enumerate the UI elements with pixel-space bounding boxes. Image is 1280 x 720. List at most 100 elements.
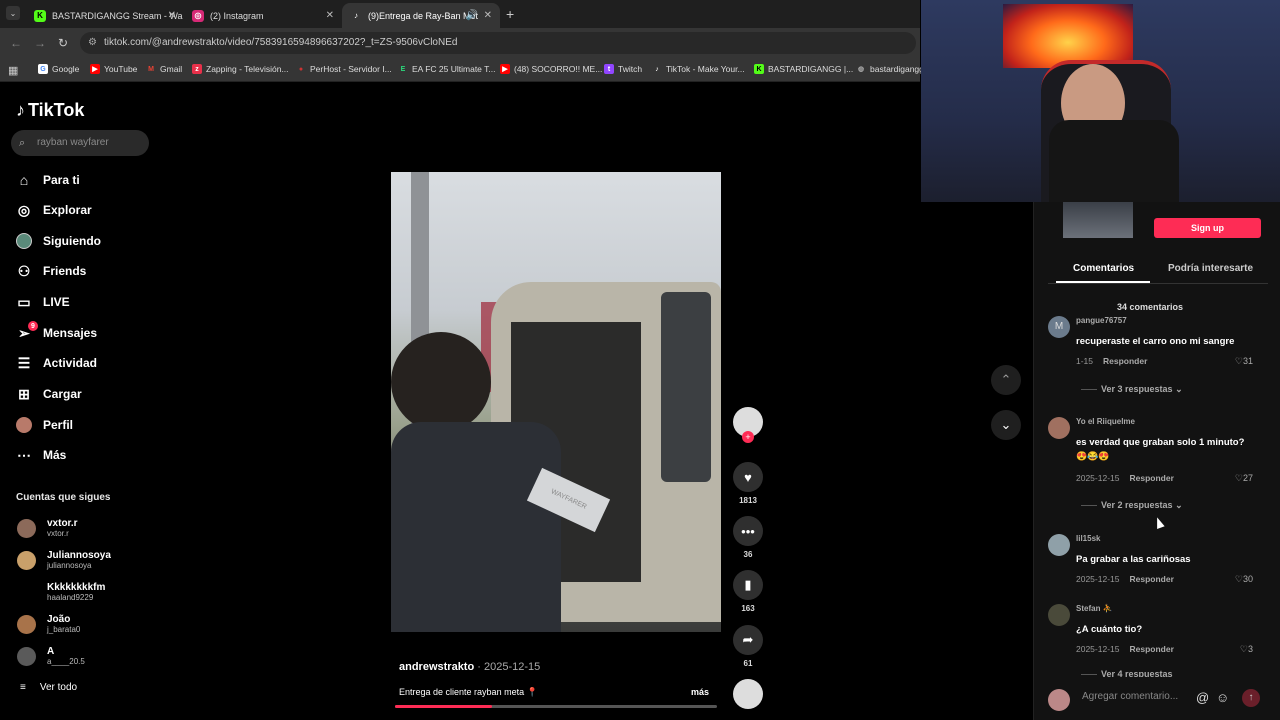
suggested-thumbnail[interactable] [1063,202,1133,238]
bookmark-bastardigangg[interactable]: K BASTARDIGANGG |... [754,64,853,74]
author-name[interactable]: andrewstrakto [399,661,474,673]
comment-button[interactable]: ••• 36 [730,516,766,559]
save-button[interactable]: ▮ 163 [730,570,766,613]
close-tab-icon[interactable]: ✕ [326,10,334,21]
tab-comentarios[interactable]: Comentarios [1073,263,1134,274]
send-arrow-icon[interactable]: ↑ [1242,689,1260,707]
sound-disc-icon [733,679,763,709]
comment-like-button[interactable]: ♡30 [1235,574,1253,585]
comment-like-button[interactable]: ♡3 [1240,644,1253,655]
nav-friends[interactable]: ⚇ Friends [16,261,87,281]
author-avatar-button[interactable]: + [730,407,766,443]
nav-para-ti[interactable]: ⌂ Para ti [16,170,80,190]
youtube-icon: ▶ [500,64,510,74]
close-tab-icon[interactable]: ✕ [168,10,176,21]
tab-instagram[interactable]: ◎ (2) Instagram ✕ [184,3,342,28]
account-handle: juliannosoya [47,561,92,570]
video-progress-bar[interactable] [395,705,717,708]
bookmark-eafc[interactable]: E EA FC 25 Ultimate T... [398,64,496,74]
speaker-icon[interactable]: 🔊 [466,10,478,21]
like-button[interactable]: ♥ 1813 [730,462,766,505]
video-player[interactable]: WAYFARER [391,172,721,632]
sound-avatar-button[interactable] [730,679,766,709]
comment-username[interactable]: Yo el Riiquelme [1076,417,1135,426]
comment-like-count: 3 [1247,644,1253,654]
bookmark-socorro[interactable]: ▶ (48) SOCORRO!! ME... [500,64,602,74]
add-comment-bar: Agregar comentario... @ ☺ ↑ [1048,686,1268,712]
search-placeholder: rayban wayfarer [37,137,109,148]
comment-username[interactable]: pangue76757 [1076,316,1127,325]
back-icon[interactable]: ← [10,36,22,50]
previous-video-button[interactable]: ⌃ [991,365,1021,395]
share-button[interactable]: ➦ 61 [730,625,766,668]
bookmark-bastardigangg-2[interactable]: ◍ bastardigangg [856,64,924,74]
bookmark-perhost[interactable]: ● PerHost - Servidor I... [296,64,392,74]
site-info-icon[interactable]: ⚙ [88,32,97,54]
nav-perfil[interactable]: Perfil [16,415,73,435]
followed-account[interactable]: João j_barata0 [17,611,80,637]
tab-podria-interesarte[interactable]: Podría interesarte [1168,263,1253,274]
comment-username[interactable]: Stefan ⛹ [1076,604,1113,613]
mention-icon[interactable]: @ [1196,690,1209,705]
nav-label: Explorar [43,203,92,217]
reply-button[interactable]: Responder [1103,356,1147,366]
comment-like-count: 30 [1242,574,1253,584]
see-all-link[interactable]: ≡ Ver todo [20,682,77,693]
video-date: 2025-12-15 [483,661,541,673]
caption-more-link[interactable]: más [691,687,709,697]
tab-list-button[interactable]: ⌄ [6,6,20,20]
comment-like-button[interactable]: ♡31 [1235,356,1253,367]
nav-cargar[interactable]: ⊞ Cargar [16,384,82,404]
follow-plus-icon[interactable]: + [742,431,754,443]
nav-live[interactable]: ▭ LIVE [16,292,69,312]
nav-siguiendo[interactable]: Siguiendo [16,231,101,251]
bookmark-google[interactable]: G Google [38,64,79,74]
new-tab-button[interactable]: + [506,6,514,22]
view-replies-button[interactable]: Ver 4 respuestas [1081,669,1173,677]
close-tab-icon[interactable]: ✕ [484,10,492,21]
followed-account[interactable]: Kkkkkkkkfm haaland9229 [17,579,105,605]
forward-icon[interactable]: → [34,36,46,50]
apps-grid-icon[interactable]: ▦ [8,64,18,77]
comment-username[interactable]: lil15sk [1076,534,1100,543]
avatar[interactable] [1048,604,1070,626]
comment-date: 2025-12-15 [1076,644,1120,654]
tab-kick[interactable]: K BASTARDIGANGG Stream - Wa ✕ [26,3,184,28]
next-video-button[interactable]: ⌄ [991,410,1021,440]
followed-account[interactable]: Juliannosoya juliannosoya [17,547,111,573]
url-bar[interactable]: ⚙ tiktok.com/@andrewstrakto/video/758391… [80,32,916,54]
nav-actividad[interactable]: ☰ Actividad [16,353,97,373]
nav-explorar[interactable]: ◎ Explorar [16,200,92,220]
bookmark-zapping[interactable]: z Zapping - Televisión... [192,64,289,74]
avatar[interactable] [1048,417,1070,439]
comment-like-count: 31 [1242,356,1253,366]
reply-button[interactable]: Responder [1129,473,1173,483]
tab-tiktok[interactable]: ♪ (9)Entrega de Ray-Ban Met 🔊 ✕ [342,3,500,28]
avatar[interactable] [1048,534,1070,556]
reload-icon[interactable]: ↻ [58,36,68,50]
bookmark-gmail[interactable]: M Gmail [146,64,182,74]
tiktok-logo[interactable]: ♪ TikTok [16,100,84,121]
comment-like-button[interactable]: ♡27 [1235,473,1253,484]
bookmark-youtube[interactable]: ▶ YouTube [90,64,137,74]
reply-button[interactable]: Responder [1129,574,1173,584]
reply-button[interactable]: Responder [1129,644,1173,654]
followed-account[interactable]: vxtor.r vxtor.r [17,515,78,541]
followed-account[interactable]: Aa____20.5 [17,643,85,669]
avatar[interactable]: M [1048,316,1070,338]
bookmark-tiktok[interactable]: ♪ TikTok - Make Your... [652,64,744,74]
emoji-icon[interactable]: ☺ [1216,690,1229,705]
nav-mensajes[interactable]: ➢ 9 Mensajes [16,321,97,343]
video-progress-fill [395,705,492,708]
upload-icon: ⊞ [18,385,30,402]
view-replies-button[interactable]: Ver 2 respuestas ⌄ [1081,500,1183,511]
comment-emoji: 😍😂😍 [1076,451,1110,461]
view-replies-button[interactable]: Ver 3 respuestas ⌄ [1081,384,1183,395]
nav-mas[interactable]: ⋯ Más [16,445,66,465]
search-input[interactable]: ⌕ rayban wayfarer [11,130,149,156]
bookmark-twitch[interactable]: t Twitch [604,64,642,74]
comment-input[interactable]: Agregar comentario... [1082,691,1178,702]
comment-like-count: 27 [1242,473,1253,483]
sign-up-button[interactable]: Sign up [1154,218,1261,238]
account-handle: a____20.5 [47,657,85,666]
